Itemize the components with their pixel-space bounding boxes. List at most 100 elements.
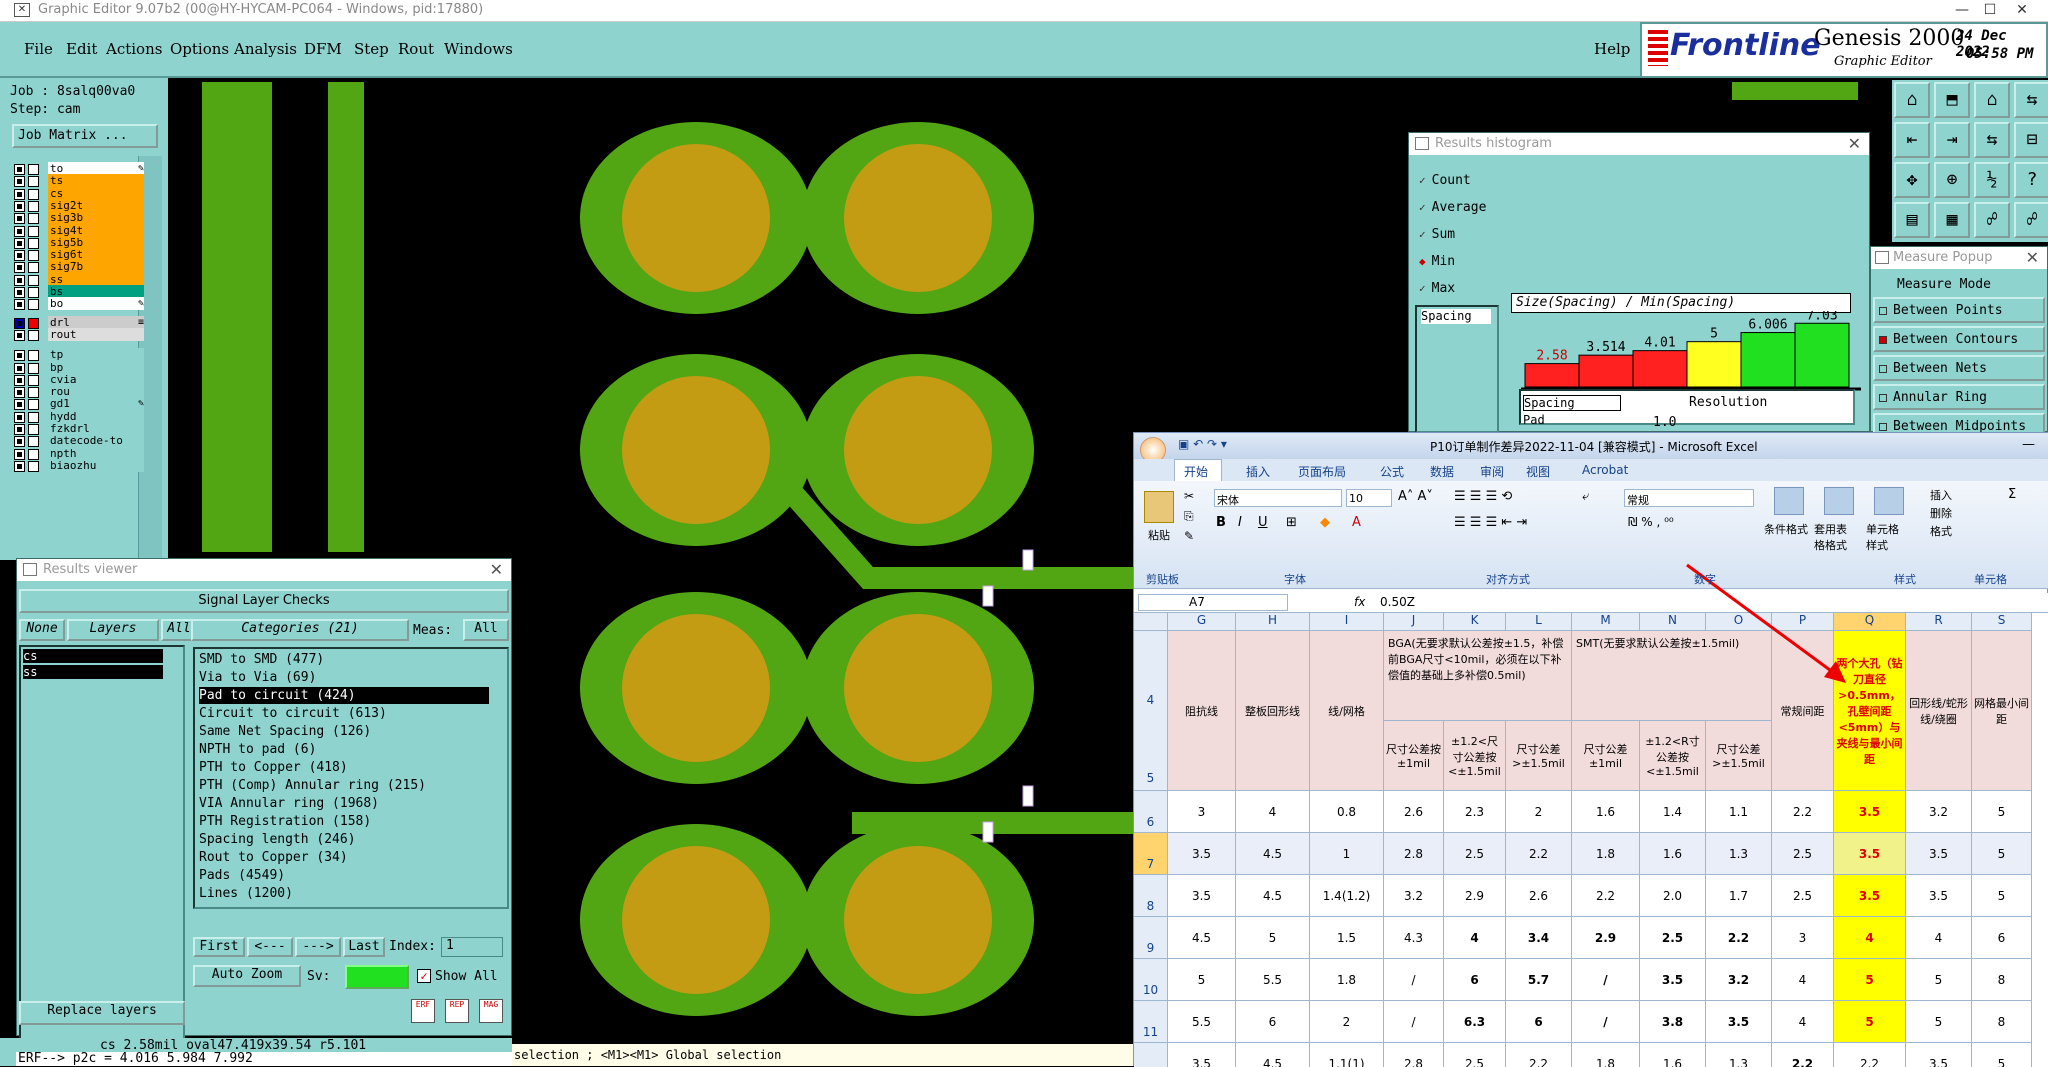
data-cell[interactable]: 2.6: [1506, 875, 1572, 917]
tool-icon[interactable]: ☍: [2014, 202, 2048, 238]
category-item[interactable]: PTH to Copper (418): [199, 759, 489, 776]
data-cell[interactable]: 1.5: [1310, 917, 1384, 959]
data-cell[interactable]: 3.5: [1168, 833, 1236, 875]
data-cell[interactable]: 6: [1972, 917, 2032, 959]
header-cell[interactable]: 回形线/蛇形线/绕圈: [1906, 631, 1972, 791]
format-cells[interactable]: 格式: [1930, 523, 1952, 539]
results-viewer-close-icon[interactable]: ✕: [490, 560, 503, 579]
format-painter-icon[interactable]: ✎: [1184, 529, 1194, 543]
histogram-option[interactable]: ✓ Count: [1419, 173, 1471, 188]
row-header[interactable]: 9: [1134, 917, 1168, 959]
data-cell[interactable]: 3: [1772, 917, 1834, 959]
result-layer-item[interactable]: cs: [23, 649, 163, 663]
data-cell[interactable]: 2: [1506, 791, 1572, 833]
data-cell[interactable]: 4: [1236, 791, 1310, 833]
header-cell[interactable]: 尺寸公差±1mil: [1572, 721, 1640, 791]
menu-dfm[interactable]: DFM: [304, 40, 342, 58]
tool-icon[interactable]: ▤: [1894, 202, 1930, 238]
worksheet-grid[interactable]: G H I J K L M N O P Q R S 4 5 阻抗线 整板回形线 线/网格 尺寸公差按±1mil ±1.…: [1134, 613, 2048, 1067]
row-header[interactable]: 7: [1134, 833, 1168, 875]
header-cell[interactable]: ±1.2<尺寸公差按<±1.5mil: [1444, 721, 1506, 791]
data-cell[interactable]: 3.5: [1640, 959, 1706, 1001]
menu-analysis[interactable]: Analysis: [234, 40, 297, 58]
option-radio-icon[interactable]: ✓: [1419, 228, 1426, 241]
histogram-option[interactable]: ✓ Sum: [1419, 227, 1455, 242]
quick-access-icons[interactable]: ▣ ↶ ↷ ▾: [1178, 437, 1227, 451]
name-box[interactable]: A7: [1138, 594, 1288, 611]
layer-result-list[interactable]: cs ss: [19, 645, 185, 1053]
column-header[interactable]: R: [1906, 613, 1972, 631]
copy-icon[interactable]: ⎘: [1184, 509, 1194, 524]
header-merged-smt[interactable]: SMT(无要求默认公差按±1.5mil): [1572, 631, 1772, 721]
data-cell[interactable]: 6: [1444, 959, 1506, 1001]
header-cell[interactable]: 阻抗线: [1168, 631, 1236, 791]
measure-mode-item[interactable]: Between Points: [1873, 297, 2045, 323]
data-cell[interactable]: 2.9: [1444, 875, 1506, 917]
histogram-bar[interactable]: [1794, 322, 1850, 388]
category-item[interactable]: PTH (Comp) Annular ring (215): [199, 777, 489, 794]
column-header[interactable]: P: [1772, 613, 1834, 631]
header-cell[interactable]: 线/网格: [1310, 631, 1384, 791]
auto-zoom-select[interactable]: Auto Zoom: [193, 965, 301, 987]
font-size-select[interactable]: 10: [1346, 489, 1392, 507]
job-matrix-button[interactable]: Job Matrix ...: [12, 124, 158, 148]
italic-button[interactable]: I: [1238, 515, 1242, 530]
data-cell[interactable]: 3.2: [1906, 791, 1972, 833]
header-cell[interactable]: 常规间距: [1772, 631, 1834, 791]
layer-visibility-icon[interactable]: [28, 329, 39, 341]
report-icon[interactable]: REP: [445, 999, 469, 1023]
menu-step[interactable]: Step: [354, 40, 389, 58]
data-cell[interactable]: 2.2: [1834, 1043, 1906, 1067]
data-cell[interactable]: 4.5: [1236, 1043, 1310, 1067]
data-cell[interactable]: 2.2: [1772, 1043, 1834, 1067]
histogram-bar[interactable]: [1578, 354, 1634, 388]
data-cell[interactable]: 3.4: [1506, 917, 1572, 959]
layer-row[interactable]: bo ✎: [14, 297, 144, 311]
data-cell[interactable]: /: [1572, 959, 1640, 1001]
autosum-icon[interactable]: Σ: [2008, 487, 2016, 502]
data-cell[interactable]: 5: [1236, 917, 1310, 959]
data-cell[interactable]: 5: [1834, 959, 1906, 1001]
category-item[interactable]: NPTH to pad (6): [199, 741, 489, 758]
prev-button[interactable]: <---: [247, 937, 293, 957]
data-cell[interactable]: 5: [1972, 1043, 2032, 1067]
ribbon-tab[interactable]: 公式: [1380, 463, 1404, 480]
replace-layers-button[interactable]: Replace layers: [19, 1001, 185, 1025]
data-cell[interactable]: 3.5: [1834, 833, 1906, 875]
data-cell[interactable]: 1.1(1): [1310, 1043, 1384, 1067]
category-item[interactable]: Spacing length (246): [199, 831, 489, 848]
tool-icon[interactable]: ⊕: [1934, 162, 1970, 198]
column-header[interactable]: N: [1640, 613, 1706, 631]
magnify-icon[interactable]: MAG: [479, 999, 503, 1023]
data-cell[interactable]: 2.5: [1772, 875, 1834, 917]
row-header[interactable]: 6: [1134, 791, 1168, 833]
spacing-field[interactable]: Spacing: [1523, 395, 1621, 411]
measure-close-icon[interactable]: ✕: [2026, 248, 2039, 267]
menu-options[interactable]: Options: [170, 40, 229, 58]
align-top-icons[interactable]: ☰ ☰ ☰ ⟲: [1454, 489, 1512, 504]
row-header[interactable]: 10: [1134, 959, 1168, 1001]
data-cell[interactable]: 2.8: [1384, 833, 1444, 875]
underline-button[interactable]: U: [1258, 515, 1268, 530]
tool-icon[interactable]: ½: [1974, 162, 2010, 198]
corner-cell[interactable]: [1134, 613, 1168, 631]
data-cell[interactable]: 4: [1444, 917, 1506, 959]
data-cell[interactable]: 2.0: [1640, 875, 1706, 917]
ribbon-tab[interactable]: 页面布局: [1298, 463, 1346, 480]
align-icons[interactable]: ☰ ☰ ☰ ⇤ ⇥: [1454, 515, 1527, 530]
data-cell[interactable]: 3.5: [1168, 875, 1236, 917]
layers-button[interactable]: Layers: [67, 619, 159, 641]
formula-input[interactable]: 0.50Z: [1380, 595, 1415, 609]
tool-icon[interactable]: ✥: [1894, 162, 1930, 198]
menu-actions[interactable]: Actions: [106, 40, 162, 58]
data-cell[interactable]: 4: [1834, 917, 1906, 959]
data-cell[interactable]: 5.7: [1506, 959, 1572, 1001]
data-cell[interactable]: 8: [1972, 1001, 2032, 1043]
data-cell[interactable]: 3.5: [1906, 875, 1972, 917]
data-cell[interactable]: 6: [1236, 1001, 1310, 1043]
layer-visibility-icon[interactable]: [28, 460, 39, 472]
data-cell[interactable]: 3.5: [1168, 1043, 1236, 1067]
delete-cells[interactable]: 删除: [1930, 505, 1952, 521]
data-cell[interactable]: 3: [1168, 791, 1236, 833]
data-cell[interactable]: 4.5: [1168, 917, 1236, 959]
